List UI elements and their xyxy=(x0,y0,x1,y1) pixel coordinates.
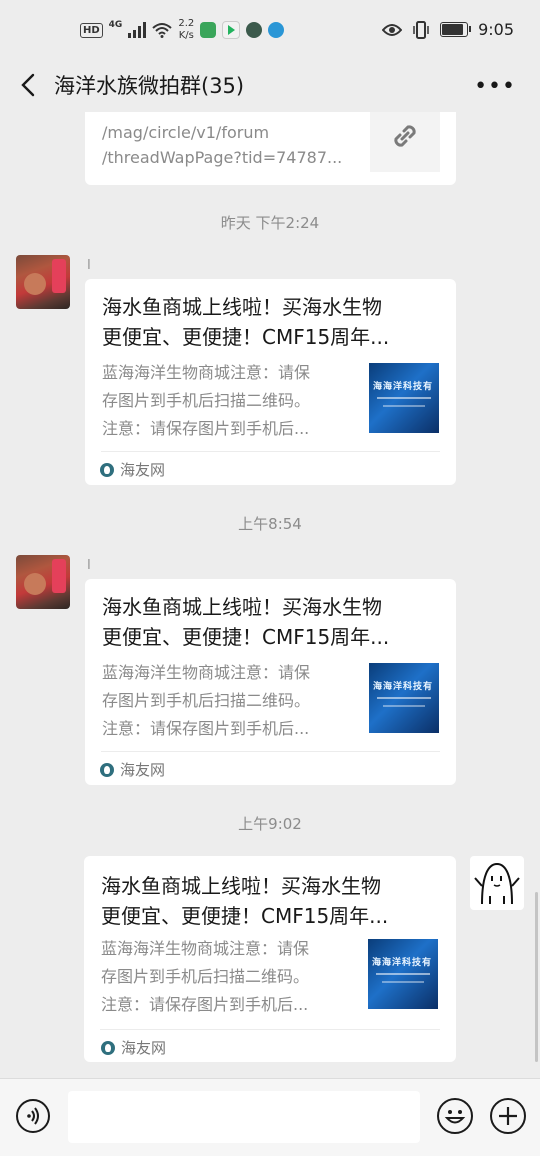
source-name: 海友网 xyxy=(120,761,166,779)
status-right: 9:05 xyxy=(382,20,514,39)
link-line-2: /threadWapPage?tid=74787... xyxy=(102,148,343,167)
card-title-line-1: 海水鱼商城上线啦！买海水生物 xyxy=(101,874,381,898)
status-left: HD 4G 2.2 K/s xyxy=(80,18,285,42)
card-title-line-2: 更便宜、更便捷！CMF15周年... xyxy=(102,325,390,349)
message-input[interactable] xyxy=(68,1091,420,1143)
card-desc-line-2: 存图片到手机后扫描二维码。 xyxy=(102,391,311,410)
input-bar xyxy=(0,1078,540,1156)
link-line-1: /mag/circle/v1/forum xyxy=(102,123,270,142)
ghost-doodle-icon xyxy=(474,862,520,905)
thumbnail-caption: 海海洋科技有 xyxy=(373,382,434,392)
battery-icon xyxy=(440,22,472,37)
article-card-self[interactable]: 海水鱼商城上线啦！买海水生物 更便宜、更便捷！CMF15周年... 蓝海海洋生物… xyxy=(84,856,456,1062)
card-divider xyxy=(100,1029,440,1030)
plus-icon[interactable] xyxy=(490,1098,526,1134)
card-desc-line-1: 蓝海海洋生物商城注意：请保 xyxy=(101,939,310,958)
avatar[interactable] xyxy=(16,255,70,309)
vibrate-icon xyxy=(413,20,429,39)
app-icon-blue xyxy=(268,22,285,38)
sender-name: I xyxy=(87,258,91,273)
card-source: 海友网 xyxy=(100,459,165,480)
card-thumbnail: 海海洋科技有 xyxy=(369,363,439,433)
card-source: 海友网 xyxy=(101,1037,166,1058)
source-logo-icon xyxy=(101,1040,115,1055)
article-card[interactable]: 海水鱼商城上线啦！买海水生物 更便宜、更便捷！CMF15周年... 蓝海海洋生物… xyxy=(85,279,456,485)
card-desc-line-1: 蓝海海洋生物商城注意：请保 xyxy=(102,663,311,682)
scrollbar[interactable] xyxy=(535,892,538,1062)
wifi-icon xyxy=(152,23,172,38)
more-icon[interactable]: ••• xyxy=(474,74,516,99)
hd-badge: HD xyxy=(80,22,103,38)
card-title-line-2: 更便宜、更便捷！CMF15周年... xyxy=(102,625,390,649)
timestamp: 上午8:54 xyxy=(238,515,302,533)
card-title-line-1: 海水鱼商城上线啦！买海水生物 xyxy=(102,295,382,319)
clock: 9:05 xyxy=(478,20,514,39)
article-card[interactable]: 海水鱼商城上线啦！买海水生物 更便宜、更便捷！CMF15周年... 蓝海海洋生物… xyxy=(85,579,456,785)
source-name: 海友网 xyxy=(120,461,166,479)
voice-icon[interactable] xyxy=(16,1099,50,1133)
link-card[interactable]: /mag/circle/v1/forum /threadWapPage?tid=… xyxy=(85,112,456,185)
link-icon xyxy=(394,125,416,147)
app-icon-dark xyxy=(246,22,263,38)
card-title-line-1: 海水鱼商城上线啦！买海水生物 xyxy=(102,595,382,619)
chat-header: 海洋水族微拍群(35) ••• xyxy=(0,60,540,112)
card-desc-line-3: 注意：请保存图片到手机后... xyxy=(102,719,310,738)
sender-name: I xyxy=(87,558,91,573)
link-thumbnail xyxy=(370,112,440,172)
card-divider xyxy=(101,451,440,452)
eye-icon xyxy=(382,23,403,36)
net-speed: 2.2 K/s xyxy=(178,18,195,41)
source-logo-icon xyxy=(100,762,114,777)
thumbnail-caption: 海海洋科技有 xyxy=(373,682,434,692)
app-icon-green xyxy=(200,22,217,38)
thumbnail-caption: 海海洋科技有 xyxy=(372,958,433,968)
timestamp: 上午9:02 xyxy=(238,815,302,833)
chat-title: 海洋水族微拍群(35) xyxy=(54,74,245,98)
card-desc-line-2: 存图片到手机后扫描二维码。 xyxy=(102,691,311,710)
card-thumbnail: 海海洋科技有 xyxy=(369,663,439,733)
play-icon xyxy=(222,21,241,39)
source-name: 海友网 xyxy=(121,1039,167,1057)
card-desc-line-3: 注意：请保存图片到手机后... xyxy=(101,995,309,1014)
card-desc-line-1: 蓝海海洋生物商城注意：请保 xyxy=(102,363,311,382)
source-logo-icon xyxy=(100,462,114,477)
card-desc-line-3: 注意：请保存图片到手机后... xyxy=(102,419,310,438)
card-divider xyxy=(101,751,440,752)
self-avatar[interactable] xyxy=(470,856,524,910)
avatar[interactable] xyxy=(16,555,70,609)
card-source: 海友网 xyxy=(100,759,165,780)
signal-icon xyxy=(128,22,147,38)
card-title-line-2: 更便宜、更便捷！CMF15周年... xyxy=(101,904,389,928)
card-desc-line-2: 存图片到手机后扫描二维码。 xyxy=(101,967,310,986)
message-list[interactable]: /mag/circle/v1/forum /threadWapPage?tid=… xyxy=(0,112,540,1078)
timestamp: 昨天 下午2:24 xyxy=(220,214,320,232)
status-bar: HD 4G 2.2 K/s 9:05 xyxy=(0,0,540,60)
emoji-icon[interactable] xyxy=(437,1098,473,1134)
back-chevron-icon[interactable] xyxy=(16,72,42,98)
network-label: 4G xyxy=(108,20,123,30)
card-thumbnail: 海海洋科技有 xyxy=(368,939,438,1009)
